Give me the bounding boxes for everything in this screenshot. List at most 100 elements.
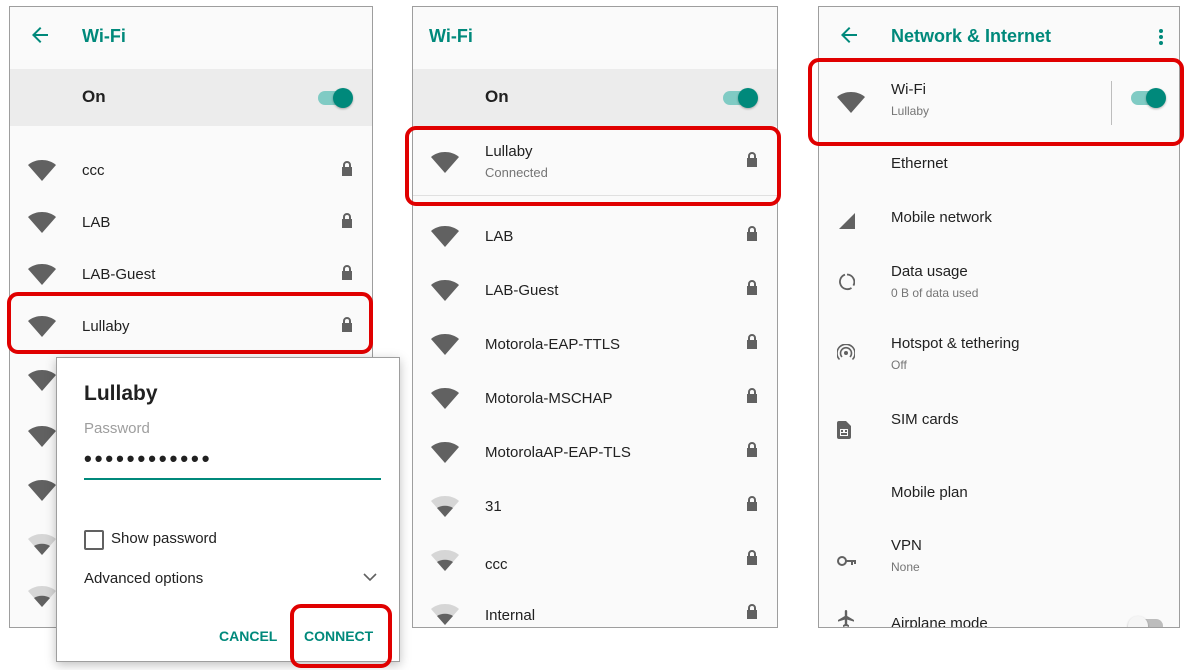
wifi-toggle-switch[interactable] (723, 88, 758, 108)
wifi-full-icon (28, 160, 56, 181)
wifi-full-icon (431, 388, 459, 409)
network-row[interactable]: LAB-Guest (413, 264, 777, 318)
hotspot-icon (837, 344, 855, 361)
toggle-label: On (82, 87, 106, 106)
setting-label: VPN (891, 537, 922, 554)
vpn-row[interactable]: VPN None (819, 529, 1179, 593)
password-label: Password (84, 420, 150, 437)
wifi-full-icon (28, 264, 56, 285)
network-name: LAB-Guest (82, 266, 156, 283)
app-bar: Wi-Fi (10, 7, 372, 70)
lock-icon (747, 496, 757, 511)
lock-icon (747, 280, 757, 295)
page-title: Network & Internet (891, 26, 1052, 46)
wifi-master-toggle-row[interactable]: On (10, 69, 372, 126)
setting-label: Hotspot & tethering (891, 335, 1020, 352)
highlight-frame (405, 126, 781, 206)
chevron-down-icon[interactable] (363, 572, 377, 582)
show-password-label[interactable]: Show password (111, 530, 217, 547)
lock-icon (747, 442, 757, 457)
network-name: ccc (82, 162, 105, 179)
setting-summary: None (891, 560, 920, 574)
network-row[interactable]: Internal (413, 588, 777, 627)
data-usage-icon (839, 273, 855, 291)
wifi-weak-icon (431, 496, 459, 517)
setting-label: Mobile network (891, 209, 992, 226)
setting-label: Data usage (891, 263, 968, 280)
password-field-underline (84, 478, 381, 480)
network-name: Motorola-EAP-TTLS (485, 336, 621, 353)
setting-summary: 0 B of data used (891, 286, 979, 300)
network-row[interactable]: ccc (413, 534, 777, 588)
page-title: Wi-Fi (82, 26, 126, 46)
sim-card-icon (837, 421, 851, 439)
airplane-icon (838, 610, 854, 627)
lock-icon (747, 334, 757, 349)
wifi-full-icon (431, 442, 459, 463)
wifi-full-icon (28, 480, 56, 501)
wifi-weak-icon (431, 604, 459, 625)
wifi-full-icon (431, 226, 459, 247)
wifi-master-toggle-row[interactable]: On (413, 69, 777, 126)
sim-cards-row[interactable]: SIM cards (819, 393, 1179, 457)
dialog-title: Lullaby (84, 382, 158, 405)
network-name: ccc (485, 556, 508, 573)
signal-icon (839, 213, 855, 229)
setting-label: Ethernet (891, 155, 948, 172)
setting-label: Airplane mode (891, 615, 988, 628)
network-row[interactable]: 31 (413, 480, 777, 534)
lock-icon (342, 161, 352, 176)
cancel-button[interactable]: CANCEL (219, 628, 277, 644)
airplane-mode-switch[interactable] (1128, 616, 1163, 627)
network-name: LAB (82, 214, 111, 231)
page-title: Wi-Fi (429, 26, 473, 46)
wifi-full-icon (28, 370, 56, 391)
network-row-ccc[interactable]: ccc (10, 145, 372, 197)
back-arrow-icon[interactable] (837, 23, 861, 47)
setting-label: Mobile plan (891, 484, 968, 501)
show-password-checkbox[interactable] (84, 530, 104, 550)
lock-icon (747, 550, 757, 565)
hotspot-row[interactable]: Hotspot & tethering Off (819, 317, 1179, 381)
overflow-menu-icon[interactable] (1159, 29, 1163, 45)
wifi-full-icon (431, 334, 459, 355)
data-usage-row[interactable]: Data usage 0 B of data used (819, 245, 1179, 309)
lock-icon (342, 213, 352, 228)
highlight-frame (7, 292, 373, 354)
advanced-options[interactable]: Advanced options (84, 570, 203, 587)
toggle-label: On (485, 87, 509, 106)
network-name: LAB-Guest (485, 282, 559, 299)
wifi-full-icon (28, 212, 56, 233)
network-name: Motorola-MSCHAP (485, 390, 613, 407)
app-bar: Wi-Fi (413, 7, 777, 70)
network-row[interactable]: MotorolaAP-EAP-TLS (413, 426, 777, 480)
vpn-key-icon (837, 556, 856, 566)
setting-label: SIM cards (891, 411, 959, 428)
network-row[interactable]: LAB (413, 210, 777, 264)
wifi-toggle-switch[interactable] (318, 88, 353, 108)
network-row-lab[interactable]: LAB (10, 197, 372, 249)
network-row[interactable]: Motorola-MSCHAP (413, 372, 777, 426)
back-arrow-icon[interactable] (28, 23, 52, 47)
wifi-full-icon (431, 280, 459, 301)
lock-icon (747, 604, 757, 619)
network-row[interactable]: Motorola-EAP-TTLS (413, 318, 777, 372)
highlight-frame (808, 58, 1184, 146)
wifi-full-icon (28, 426, 56, 447)
network-name: 31 (485, 498, 502, 515)
airplane-mode-row[interactable]: Airplane mode (819, 597, 1179, 628)
lock-icon (342, 265, 352, 280)
network-name: LAB (485, 228, 514, 245)
lock-icon (747, 388, 757, 403)
highlight-frame (290, 604, 392, 668)
network-name: MotorolaAP-EAP-TLS (485, 444, 631, 461)
mobile-plan-row[interactable]: Mobile plan (819, 467, 1179, 521)
mobile-network-row[interactable]: Mobile network (819, 191, 1179, 245)
password-field[interactable]: •••••••••••• (84, 446, 212, 472)
wifi-settings-panel-2: Wi-Fi On Lullaby Connected LAB LAB-Guest… (412, 6, 778, 628)
lock-icon (747, 226, 757, 241)
wifi-weak-icon (28, 534, 56, 555)
setting-summary: Off (891, 358, 907, 372)
wifi-weak-icon (431, 550, 459, 571)
network-name: Internal (485, 607, 536, 624)
